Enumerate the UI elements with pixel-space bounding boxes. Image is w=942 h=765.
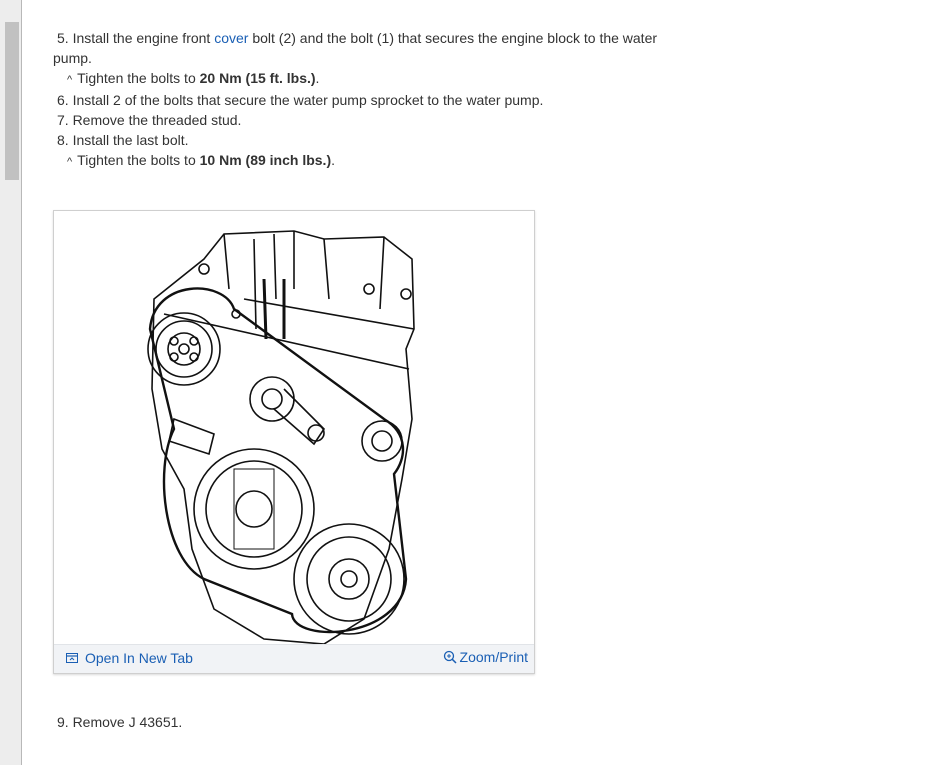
torque-period: .: [331, 152, 335, 168]
zoom-print-label: Zoom/Print: [459, 649, 528, 665]
torque-period: .: [315, 70, 320, 86]
step-8-torque: ^ Tighten the bolts to 10 Nm (89 inch lbs…: [53, 150, 693, 172]
step-5-text-cont: bolt (2) and the bolt (1) that secures t…: [248, 30, 658, 46]
caret-icon: ^: [67, 74, 73, 86]
left-scroll-rail[interactable]: [0, 0, 22, 765]
torque-value: 20 Nm (15 ft. lbs.): [199, 70, 316, 86]
torque-text: Tighten the bolts to: [77, 70, 200, 86]
step-5-text: 5. Install the engine front: [57, 30, 215, 46]
zoom-in-icon: [443, 650, 457, 664]
engine-belt-illustration[interactable]: [144, 219, 444, 649]
zoom-print-link[interactable]: Zoom/Print: [443, 649, 528, 665]
torque-value: 10 Nm (89 inch lbs.): [199, 152, 332, 168]
open-in-new-tab-label: Open In New Tab: [85, 650, 193, 666]
step-9: 9. Remove J 43651.: [57, 714, 183, 730]
scrollbar-thumb[interactable]: [5, 22, 19, 180]
open-in-new-tab-link[interactable]: Open In New Tab: [66, 650, 193, 666]
step-5-wrap: pump.: [53, 50, 92, 66]
figure-toolbar: Open In New Tab Zoom/Print: [54, 644, 534, 673]
caret-icon: ^: [67, 156, 73, 168]
step-8: 8. Install the last bolt.: [57, 132, 189, 148]
step-5-torque: ^ Tighten the bolts to 20 Nm (15 ft. lbs.…: [53, 68, 693, 90]
instruction-text: 5. Install the engine front cover bolt (…: [53, 28, 693, 172]
step-5: 5. Install the engine front cover bolt (…: [53, 28, 693, 48]
step-7: 7. Remove the threaded stud.: [57, 112, 242, 128]
illustration-figure: Open In New Tab Zoom/Print: [53, 210, 535, 674]
external-tab-icon: [66, 652, 78, 663]
cover-link[interactable]: cover: [214, 30, 248, 46]
step-6: 6. Install 2 of the bolts that secure th…: [57, 92, 544, 108]
torque-text: Tighten the bolts to: [77, 152, 200, 168]
